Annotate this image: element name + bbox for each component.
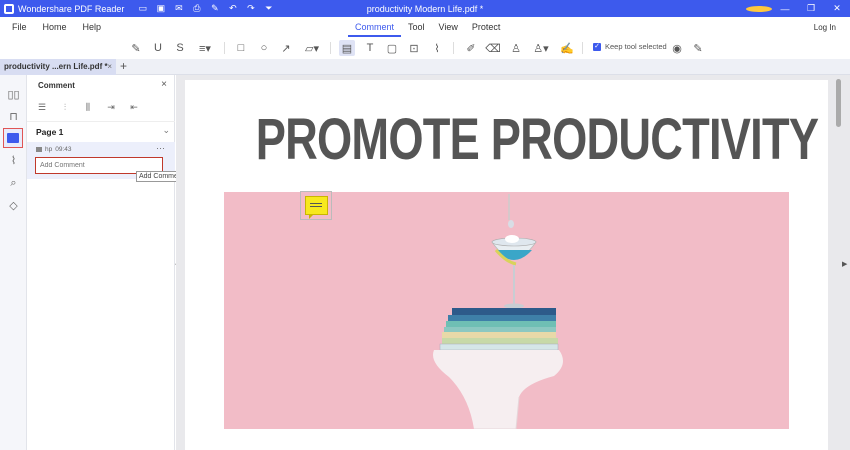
rectangle-icon[interactable]: □ xyxy=(233,40,249,56)
menu-bar: File Home Help Comment Tool View Protect… xyxy=(0,17,850,37)
print-icon[interactable]: ⎙ xyxy=(192,4,201,13)
stamp-icon[interactable]: ♙ xyxy=(508,40,524,56)
sticky-note-icon[interactable] xyxy=(305,196,328,219)
new-tab-icon[interactable]: + xyxy=(120,59,127,74)
redo-icon[interactable]: ↷ xyxy=(246,4,255,13)
document-tab-bar: productivity ...ern Life.pdf * × + xyxy=(0,59,850,75)
search-icon[interactable]: ⌕ xyxy=(6,176,21,191)
underline-icon[interactable]: U xyxy=(150,40,166,56)
document-tab-label: productivity ...ern Life.pdf * xyxy=(4,62,108,71)
document-title: productivity Modern Life.pdf * xyxy=(366,3,484,14)
comment-time: 09:43 xyxy=(55,146,72,153)
import-icon[interactable]: ⇥ xyxy=(106,102,116,112)
comment-author: hp xyxy=(45,146,53,153)
filter-icon[interactable]: ⫶ xyxy=(60,102,70,112)
arrow-icon[interactable]: ↗ xyxy=(278,40,294,56)
document-tab[interactable]: productivity ...ern Life.pdf * × xyxy=(0,59,116,75)
text-box-icon[interactable]: T xyxy=(362,40,378,56)
note-type-icon xyxy=(36,147,42,152)
toolbar-separator xyxy=(582,42,583,54)
oval-icon[interactable]: ○ xyxy=(256,40,272,56)
scrollbar-thumb[interactable] xyxy=(836,79,841,127)
notification-icon[interactable] xyxy=(746,4,772,14)
close-tab-icon[interactable]: × xyxy=(107,59,112,75)
panel-toolbar: ☰ ⫶ ⫼ ⇥ ⇤ xyxy=(37,102,139,112)
text-markup-dropdown-icon[interactable]: ≡▾ xyxy=(194,40,216,56)
thumbnail-icon[interactable]: ▯▯ xyxy=(6,87,21,102)
toolbar-separator xyxy=(453,42,454,54)
eye-icon[interactable]: ◉ xyxy=(669,40,685,56)
app-name: Wondershare PDF Reader xyxy=(18,3,125,14)
callout-icon[interactable]: ▢ xyxy=(384,40,400,56)
strikethrough-icon[interactable]: S xyxy=(172,40,188,56)
signature-icon[interactable]: ✍ xyxy=(559,40,575,56)
menu-home[interactable]: Home xyxy=(35,22,75,32)
attachment-panel-icon[interactable]: ⌇ xyxy=(6,153,21,168)
page-label: Page 1 xyxy=(36,127,64,137)
title-bar: Wondershare PDF Reader ▭ ▣ ✉ ⎙ ✎ ↶ ↷ ⏷ p… xyxy=(0,0,850,17)
export-icon[interactable]: ⇤ xyxy=(129,102,139,112)
eraser-icon[interactable]: ⌫ xyxy=(485,40,501,56)
edit-icon[interactable]: ✎ xyxy=(210,4,219,13)
edit-pen-icon[interactable]: ✎ xyxy=(690,40,706,56)
minimize-icon[interactable]: — xyxy=(772,4,798,14)
toolbar-separator xyxy=(224,42,225,54)
undo-icon[interactable]: ↶ xyxy=(228,4,237,13)
sort-icon[interactable]: ☰ xyxy=(37,102,47,112)
comment-panel: Comment × ☰ ⫶ ⫼ ⇥ ⇤ Page 1 ⌄ hp 09:43 ··… xyxy=(27,75,175,450)
left-sidebar-rail: ▯▯ ⊓ ⌇ ⌕ ◇ xyxy=(0,75,27,450)
window-controls: — ❐ ✕ xyxy=(746,0,850,17)
close-icon[interactable]: ✕ xyxy=(824,3,850,14)
quick-access-toolbar: ▭ ▣ ✉ ⎙ ✎ ↶ ↷ ⏷ xyxy=(138,4,273,13)
tab-comment[interactable]: Comment xyxy=(348,17,402,37)
page-headline: PROMOTE PRODUCTIVITY xyxy=(255,107,819,172)
menu-help[interactable]: Help xyxy=(75,22,110,32)
comment-toolbar: ✎ U S ≡▾ □ ○ ↗ ▱▾ ▤ T ▢ ⊡ ⌇ ✐ ⌫ ♙ ♙▾ ✍ ✓… xyxy=(0,37,850,59)
close-panel-icon[interactable]: × xyxy=(161,79,167,90)
pencil-icon[interactable]: ✐ xyxy=(463,40,479,56)
note-icon[interactable]: ▤ xyxy=(339,40,355,56)
tab-protect[interactable]: Protect xyxy=(465,17,508,37)
toolbar-separator xyxy=(330,42,331,54)
bookmark-icon[interactable]: ⊓ xyxy=(6,109,21,124)
expand-all-icon[interactable]: ⫼ xyxy=(83,102,93,112)
chevron-down-icon[interactable]: ⌄ xyxy=(162,125,170,136)
sticky-note-annotation[interactable] xyxy=(300,191,332,220)
menu-file[interactable]: File xyxy=(4,22,35,32)
keep-tool-selected-label: Keep tool selected xyxy=(605,42,667,51)
vertical-scrollbar[interactable] xyxy=(835,75,843,450)
tab-tool[interactable]: Tool xyxy=(401,17,432,37)
mail-icon[interactable]: ✉ xyxy=(174,4,183,13)
page-image xyxy=(224,192,789,429)
checkbox-checked-icon: ✓ xyxy=(593,42,601,51)
app-logo-icon xyxy=(4,3,14,14)
tab-view[interactable]: View xyxy=(432,17,465,37)
hand-books-glass-illustration xyxy=(433,194,563,429)
panel-title: Comment xyxy=(38,81,75,90)
restore-icon[interactable]: ❐ xyxy=(798,3,824,14)
quick-access-icon[interactable]: ⏷ xyxy=(264,4,273,13)
stamp-dropdown-icon[interactable]: ♙▾ xyxy=(530,40,552,56)
layers-icon[interactable]: ◇ xyxy=(6,198,21,213)
comment-meta: hp 09:43 xyxy=(36,146,72,153)
folder-icon[interactable]: ▭ xyxy=(138,4,148,13)
more-options-icon[interactable]: ··· xyxy=(156,143,165,153)
comment-panel-icon[interactable] xyxy=(3,128,23,148)
highlight-icon[interactable]: ✎ xyxy=(128,40,144,56)
save-icon[interactable]: ▣ xyxy=(156,4,166,13)
keep-tool-selected-toggle[interactable]: ✓ Keep tool selected xyxy=(593,42,667,51)
shape-dropdown-icon[interactable]: ▱▾ xyxy=(301,40,323,56)
attachment-icon[interactable]: ⌇ xyxy=(429,40,445,56)
login-button[interactable]: Log In xyxy=(814,23,836,32)
page-group-header[interactable]: Page 1 ⌄ xyxy=(27,121,175,139)
text-field-icon[interactable]: ⊡ xyxy=(406,40,422,56)
